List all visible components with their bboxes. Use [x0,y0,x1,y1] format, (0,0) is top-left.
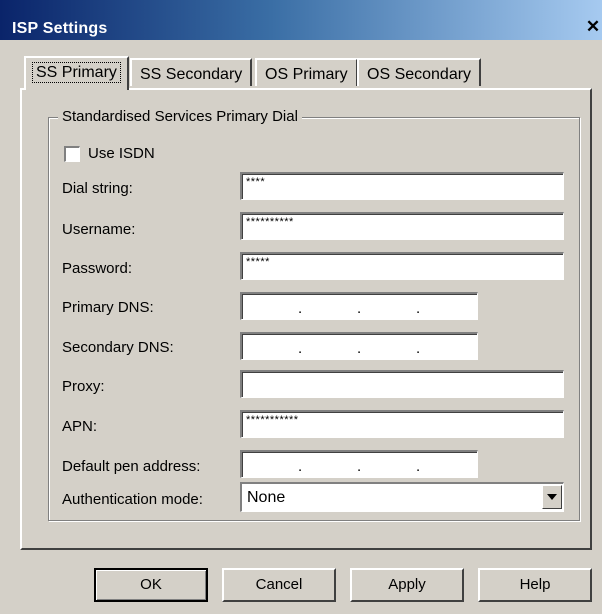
username-field[interactable]: ********** [240,212,564,240]
tab-os-primary[interactable]: OS Primary [255,58,358,86]
apply-button[interactable]: Apply [350,568,464,602]
window-title: ISP Settings [12,20,108,37]
authentication-mode-select[interactable]: None [240,482,564,512]
ip-dot: . [298,300,303,317]
help-button[interactable]: Help [478,568,592,602]
proxy-field[interactable] [240,370,564,398]
use-isdn-label: Use ISDN [88,145,155,162]
close-icon[interactable]: ✕ [584,18,602,36]
use-isdn-checkbox[interactable] [64,146,80,162]
ip-dot: . [416,300,421,317]
ip-dot: . [357,458,362,475]
tab-label: OS Secondary [367,66,472,83]
default-pen-address-label: Default pen address: [62,458,201,475]
apn-field[interactable]: *********** [240,410,564,438]
default-pen-address-field[interactable]: . . . [240,450,478,478]
ip-dot: . [298,340,303,357]
secondary-dns-label: Secondary DNS: [62,339,174,356]
primary-dns-field[interactable]: . . . [240,292,478,320]
authentication-mode-value: None [247,489,286,506]
ip-dot: . [357,300,362,317]
tab-ss-secondary[interactable]: SS Secondary [130,58,253,86]
secondary-dns-field[interactable]: . . . [240,332,478,360]
tab-ss-primary[interactable]: SS Primary [24,56,129,90]
password-field[interactable]: ***** [240,252,564,280]
tab-label: SS Secondary [140,66,243,83]
isp-settings-dialog: ISP Settings ✕ SS Primary SS Secondary O… [0,0,602,614]
ip-dot: . [416,458,421,475]
username-label: Username: [62,221,136,238]
tab-os-secondary[interactable]: OS Secondary [357,58,482,86]
chevron-down-icon[interactable] [542,485,562,509]
title-bar[interactable]: ISP Settings ✕ [0,0,602,40]
dial-string-label: Dial string: [62,180,133,197]
tab-label: SS Primary [32,62,121,83]
ip-dot: . [357,340,362,357]
groupbox-title: Standardised Services Primary Dial [58,108,302,125]
dial-string-field[interactable]: **** [240,172,564,200]
password-label: Password: [62,260,133,277]
apn-label: APN: [62,418,98,435]
tab-label: OS Primary [265,66,348,83]
ok-button[interactable]: OK [94,568,208,602]
proxy-label: Proxy: [62,378,105,395]
ip-dot: . [298,458,303,475]
cancel-button[interactable]: Cancel [222,568,336,602]
ip-dot: . [416,340,421,357]
authentication-mode-label: Authentication mode: [62,491,203,508]
primary-dns-label: Primary DNS: [62,299,154,316]
